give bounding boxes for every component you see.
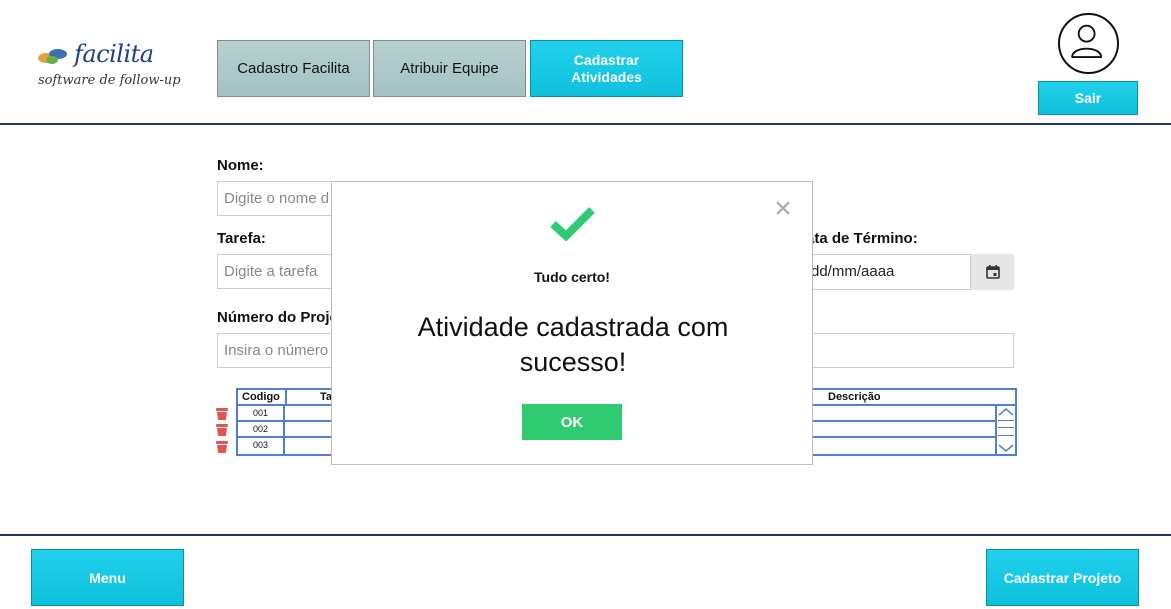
facilita-logo-mark	[38, 49, 67, 64]
brand-name: facilita	[74, 40, 154, 68]
numero-projeto-label: Número do Proje	[217, 309, 338, 326]
checkmark-icon	[550, 207, 595, 242]
data-termino-label: ata de Término:	[806, 230, 918, 247]
ok-button[interactable]: OK	[522, 404, 622, 440]
menu-button[interactable]: Menu	[31, 549, 184, 606]
tab-atribuir-equipe[interactable]: Atribuir Equipe	[373, 40, 526, 97]
trash-icon[interactable]	[215, 423, 229, 437]
user-icon	[1071, 24, 1103, 58]
header-divider	[0, 123, 1171, 125]
logout-button[interactable]: Sair	[1038, 81, 1138, 115]
column-header-codigo: Codigo	[242, 391, 280, 403]
trash-icon[interactable]	[215, 407, 229, 421]
brand-tagline: software de follow-up	[38, 73, 181, 88]
column-header-descricao: Descrição	[828, 391, 881, 403]
scroll-down-icon[interactable]	[997, 443, 1015, 453]
tab-cadastro-facilita[interactable]: Cadastro Facilita	[217, 40, 370, 97]
user-avatar[interactable]	[1058, 13, 1119, 74]
trash-icon[interactable]	[215, 440, 229, 454]
tab-cadastrar-atividades[interactable]: Cadastrar Atividades	[530, 40, 683, 97]
row-codigo: 003	[238, 438, 285, 454]
calendar-icon	[985, 265, 1000, 279]
close-icon[interactable]: ×	[770, 194, 796, 224]
tarefa-label: Tarefa:	[217, 230, 266, 247]
scroll-thumb[interactable]	[998, 420, 1014, 436]
row-codigo: 002	[238, 422, 285, 436]
table-scrollbar[interactable]	[995, 406, 1015, 454]
scroll-up-icon[interactable]	[997, 407, 1015, 417]
nome-label: Nome:	[217, 157, 264, 174]
dialog-title: Tudo certo!	[534, 269, 610, 285]
success-dialog: × Tudo certo! Atividade cadastrada com s…	[331, 181, 813, 465]
column-divider	[285, 390, 287, 406]
tab-cadastrar-atividades-label: Cadastrar Atividades	[571, 51, 642, 85]
dialog-message: Atividade cadastrada com sucesso!	[417, 312, 729, 377]
cadastrar-projeto-button[interactable]: Cadastrar Projeto	[986, 549, 1139, 606]
footer-divider	[0, 534, 1171, 536]
numero-projeto-input-tail[interactable]	[790, 333, 1014, 368]
facilita-logo: facilita software de follow-up	[36, 40, 186, 100]
calendar-button[interactable]	[970, 254, 1014, 290]
row-codigo: 001	[238, 406, 285, 420]
